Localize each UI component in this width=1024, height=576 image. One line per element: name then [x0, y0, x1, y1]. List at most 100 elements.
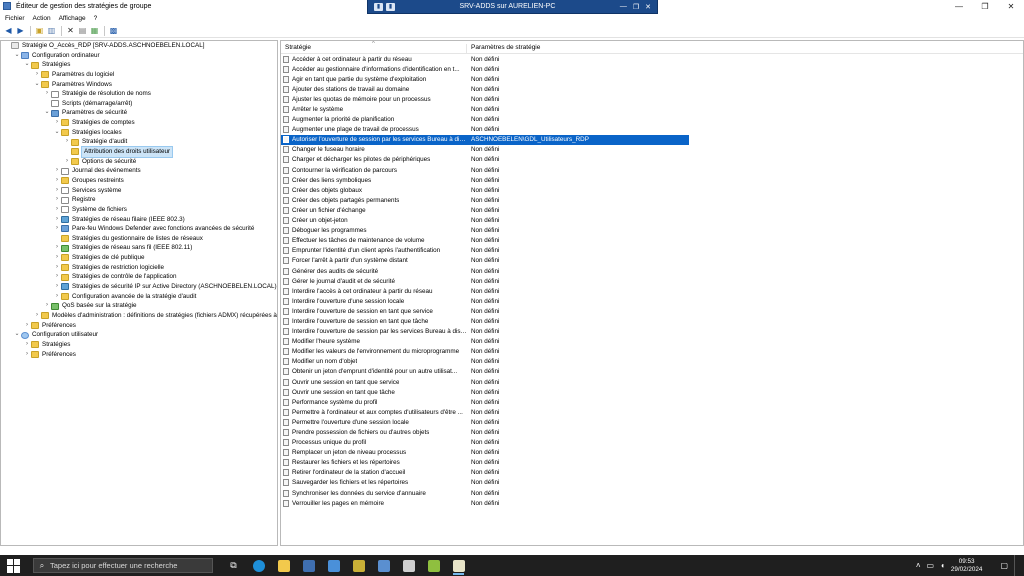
- tree-node[interactable]: › Registre: [1, 195, 277, 205]
- policy-row[interactable]: Contourner la vérification de parcours No…: [281, 165, 1023, 175]
- taskbar-search-box[interactable]: ⌕ Tapez ici pour effectuer une recherche: [33, 558, 213, 573]
- policy-row[interactable]: Charger et décharger les pilotes de péri…: [281, 155, 1023, 165]
- taskbar-network-button[interactable]: [371, 555, 396, 576]
- column-header-setting[interactable]: Paramètres de stratégie: [467, 44, 697, 53]
- policy-row[interactable]: Interdire l'accès à cet ordinateur à par…: [281, 286, 1023, 296]
- tree-node[interactable]: Stratégie O_Accès_RDP [SRV-ADDS.ASCHNOEB…: [1, 41, 277, 51]
- taskbar-console-button[interactable]: [396, 555, 421, 576]
- taskbar-task-view-button[interactable]: ⧉: [221, 555, 246, 576]
- expand-chevron-icon[interactable]: ›: [53, 263, 61, 273]
- expand-chevron-icon[interactable]: ›: [53, 243, 61, 253]
- tree-node[interactable]: › Stratégie d'audit: [1, 137, 277, 147]
- taskbar-gpo-editor-button[interactable]: [446, 555, 471, 576]
- policy-row[interactable]: Agir en tant que partie du système d'exp…: [281, 74, 1023, 84]
- policy-row[interactable]: Verrouiller les pages en mémoire Non défi…: [281, 498, 1023, 508]
- tree-node[interactable]: › Stratégies de comptes: [1, 118, 277, 128]
- tree-node[interactable]: ⌄ Configuration ordinateur: [1, 51, 277, 61]
- network-icon[interactable]: ▭: [927, 561, 935, 570]
- tree-node[interactable]: ⌄ Stratégies: [1, 60, 277, 70]
- policy-row[interactable]: Créer un fichier d'échange Non défini: [281, 205, 1023, 215]
- tree-node[interactable]: › Modèles d'administration : définitions …: [1, 311, 277, 321]
- policy-row[interactable]: Emprunter l'identité d'un client après l…: [281, 246, 1023, 256]
- volume-icon[interactable]: ◖: [940, 561, 945, 570]
- policy-row[interactable]: Permettre à l'ordinateur et aux comptes …: [281, 407, 1023, 417]
- policy-row[interactable]: Générer des audits de sécurité Non défini: [281, 266, 1023, 276]
- tree-node[interactable]: › Stratégies de réseau sans fil (IEEE 802…: [1, 243, 277, 253]
- policy-row[interactable]: Augmenter une plage de travail de proces…: [281, 125, 1023, 135]
- expand-chevron-icon[interactable]: ⌄: [33, 80, 41, 90]
- policy-row[interactable]: Autoriser l'ouverture de session par les…: [281, 134, 689, 145]
- show-hide-tree-icon[interactable]: ▥: [46, 25, 57, 36]
- remote-minimize-button[interactable]: —: [620, 3, 627, 11]
- policy-row[interactable]: Ouvrir une session en tant que service No…: [281, 377, 1023, 387]
- clock[interactable]: 09:53 29/02/2024: [951, 558, 983, 574]
- tree-node[interactable]: › Journal des événements: [1, 166, 277, 176]
- minimize-button[interactable]: —: [946, 0, 972, 12]
- tree-node[interactable]: ⌄ Stratégies locales: [1, 128, 277, 138]
- tree-node[interactable]: › QoS basée sur la stratégie: [1, 301, 277, 311]
- tree-node[interactable]: Attribution des droits utilisateur: [1, 146, 277, 158]
- tree-node[interactable]: › Groupes restreints: [1, 176, 277, 186]
- tree-node[interactable]: › Système de fichiers: [1, 205, 277, 215]
- tree-node[interactable]: ⌄ Configuration utilisateur: [1, 330, 277, 340]
- policy-row[interactable]: Modifier les valeurs de l'environnement …: [281, 347, 1023, 357]
- windows-start-icon[interactable]: [7, 558, 21, 573]
- expand-chevron-icon[interactable]: ›: [43, 89, 51, 99]
- policy-row[interactable]: Sauvegarder les fichiers et les répertoi…: [281, 478, 1023, 488]
- close-button[interactable]: ✕: [998, 0, 1024, 12]
- expand-chevron-icon[interactable]: ›: [23, 321, 31, 331]
- tree-node[interactable]: › Préférences: [1, 321, 277, 331]
- pin-icon[interactable]: ▮: [374, 2, 383, 11]
- tree-node[interactable]: › Stratégies de réseau filaire (IEEE 802.…: [1, 215, 277, 225]
- back-arrow-icon[interactable]: ◀: [3, 25, 14, 36]
- properties-icon[interactable]: ▤: [77, 25, 88, 36]
- policy-row[interactable]: Créer un objet-jeton Non défini: [281, 216, 1023, 226]
- policy-row[interactable]: Interdire l'ouverture d'une session loca…: [281, 296, 1023, 306]
- expand-chevron-icon[interactable]: ›: [53, 292, 61, 302]
- taskbar-app-green-button[interactable]: [421, 555, 446, 576]
- policy-row[interactable]: Synchroniser les données du service d'an…: [281, 488, 1023, 498]
- expand-chevron-icon[interactable]: ›: [53, 253, 61, 263]
- tree-node[interactable]: › Stratégies: [1, 340, 277, 350]
- export-list-icon[interactable]: ▦: [89, 25, 100, 36]
- policy-row[interactable]: Restaurer les fichiers et les répertoire…: [281, 458, 1023, 468]
- forward-arrow-icon[interactable]: ▶: [15, 25, 26, 36]
- policy-row[interactable]: Ouvrir une session en tant que tâche Non …: [281, 387, 1023, 397]
- policy-row[interactable]: Retirer l'ordinateur de la station d'acc…: [281, 468, 1023, 478]
- menu-action[interactable]: Action: [33, 15, 51, 22]
- policy-row[interactable]: Ajuster les quotas de mémoire pour un pr…: [281, 94, 1023, 104]
- policy-row[interactable]: Interdire l'ouverture de session par les…: [281, 327, 1023, 337]
- policy-row[interactable]: Accéder au gestionnaire d'informations d…: [281, 64, 1023, 74]
- expand-chevron-icon[interactable]: ⌄: [23, 60, 31, 70]
- up-folder-icon[interactable]: ▣: [34, 25, 45, 36]
- expand-chevron-icon[interactable]: ›: [53, 118, 61, 128]
- taskbar-edge-button[interactable]: [246, 555, 271, 576]
- tree-node[interactable]: › Options de sécurité: [1, 157, 277, 167]
- tree-node[interactable]: ⌄ Paramètres Windows: [1, 80, 277, 90]
- policy-row[interactable]: Processus unique du profil Non défini: [281, 438, 1023, 448]
- expand-chevron-icon[interactable]: ›: [33, 311, 41, 321]
- policy-row[interactable]: Créer des objets globaux Non défini: [281, 185, 1023, 195]
- policy-row[interactable]: Permettre l'ouverture d'une session loca…: [281, 417, 1023, 427]
- policy-row[interactable]: Accéder à cet ordinateur à partir du rés…: [281, 54, 1023, 64]
- expand-chevron-icon[interactable]: ›: [53, 195, 61, 205]
- tree-node[interactable]: › Configuration avancée de la stratégie d…: [1, 292, 277, 302]
- menu-view[interactable]: Affichage: [59, 15, 86, 22]
- taskbar-server-manager-button[interactable]: [296, 555, 321, 576]
- expand-chevron-icon[interactable]: ⌄: [13, 51, 21, 61]
- expand-chevron-icon[interactable]: ›: [23, 340, 31, 350]
- help-icon[interactable]: ▩: [108, 25, 119, 36]
- expand-chevron-icon[interactable]: ›: [53, 205, 61, 215]
- policy-row[interactable]: Modifier l'heure système Non défini: [281, 337, 1023, 347]
- expand-chevron-icon[interactable]: ⌄: [53, 128, 61, 138]
- policy-list[interactable]: ^ Stratégie Paramètres de stratégie Accé…: [280, 40, 1024, 546]
- expand-chevron-icon[interactable]: ›: [53, 224, 61, 234]
- policy-row[interactable]: Déboguer les programmes Non défini: [281, 226, 1023, 236]
- taskbar-installer-button[interactable]: [346, 555, 371, 576]
- expand-chevron-icon[interactable]: ›: [63, 157, 71, 167]
- policy-row[interactable]: Obtenir un jeton d'emprunt d'identité po…: [281, 367, 1023, 377]
- tree-node[interactable]: › Stratégie de résolution de noms: [1, 89, 277, 99]
- menu-help[interactable]: ?: [94, 15, 98, 22]
- delete-icon[interactable]: ✕: [65, 25, 76, 36]
- expand-chevron-icon[interactable]: ›: [33, 70, 41, 80]
